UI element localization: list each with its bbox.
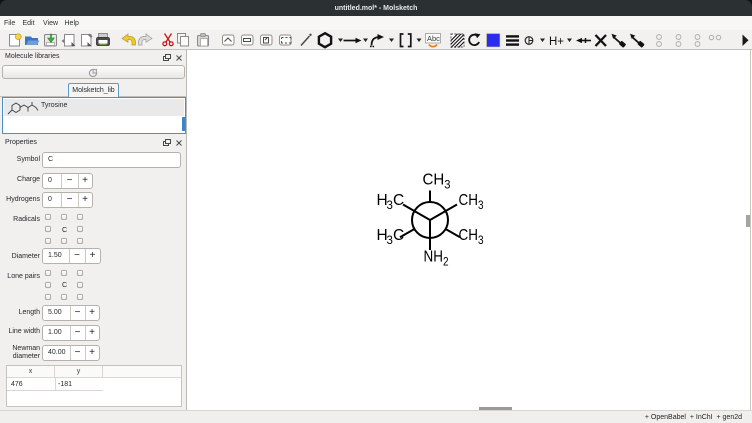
svg-text:H+: H+ <box>549 36 564 48</box>
svg-text:NH2: NH2 <box>424 249 449 269</box>
svg-text:CH3: CH3 <box>459 227 484 247</box>
svg-text:CH3: CH3 <box>459 192 484 212</box>
svg-text:Abc: Abc <box>427 34 440 43</box>
svg-text:CH3: CH3 <box>423 172 451 192</box>
svg-text:C: C <box>393 227 404 244</box>
svg-text:3: 3 <box>387 235 393 247</box>
svg-text:C: C <box>393 192 404 209</box>
svg-text:3: 3 <box>387 200 393 212</box>
